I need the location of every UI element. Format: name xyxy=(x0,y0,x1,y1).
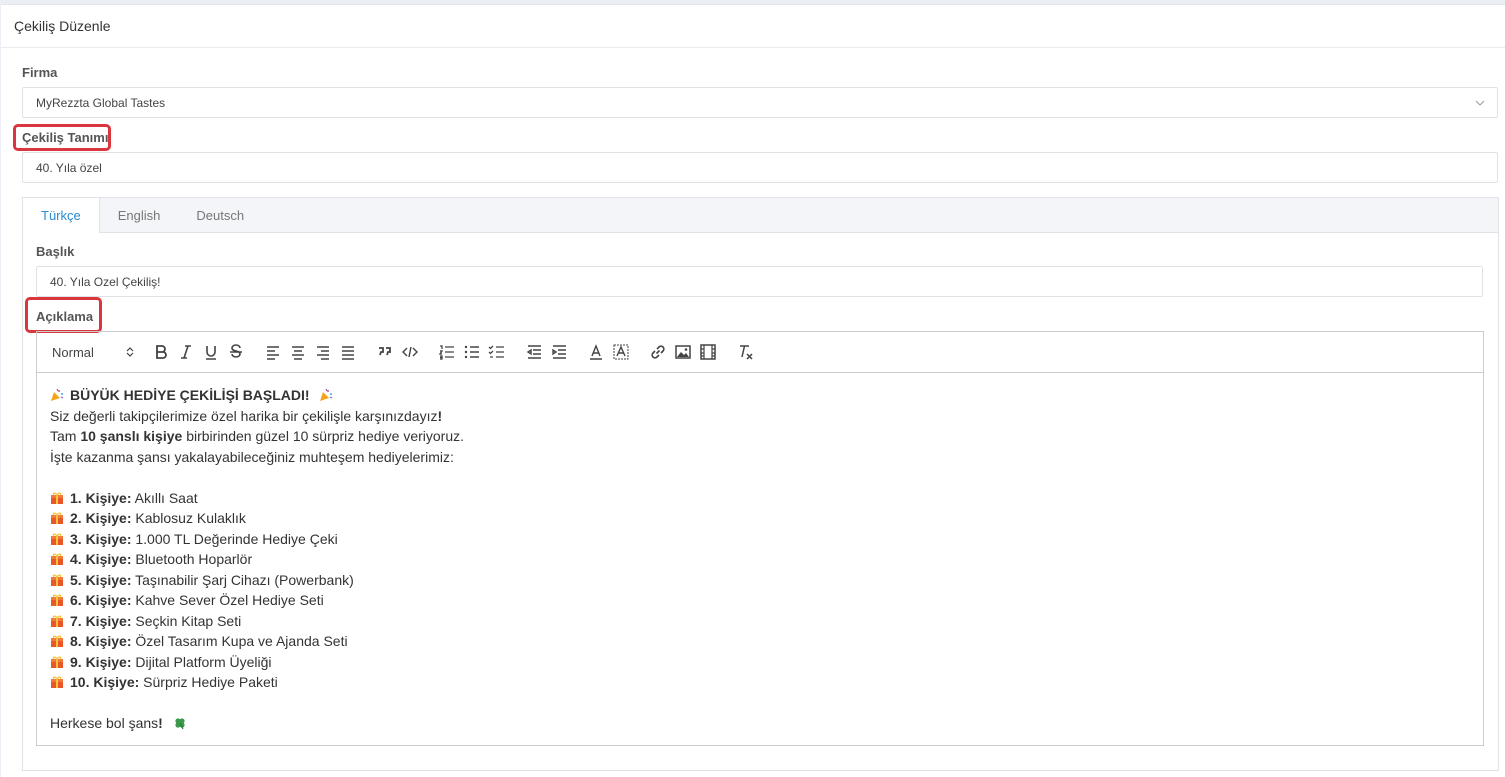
tab-turkce[interactable]: Türkçe xyxy=(22,198,100,233)
content-line: İşte kazanma şansı yakalayabileceğiniz m… xyxy=(50,448,454,465)
code-block-icon[interactable] xyxy=(399,341,421,363)
content-closing: Herkese bol şans! xyxy=(50,713,1470,734)
tanim-input[interactable]: 40. Yıla özel xyxy=(22,152,1498,183)
align-center-icon[interactable] xyxy=(287,341,309,363)
prize-name: Taşınabilir Şarj Cihazı (Powerbank) xyxy=(131,571,354,588)
prize-rank: 6. Kişiye: xyxy=(70,592,132,608)
content-line: Siz değerli takipçilerimize özel harika … xyxy=(50,407,443,424)
chevron-down-icon xyxy=(1475,100,1485,106)
background-color-icon[interactable] xyxy=(610,341,632,363)
font-color-icon[interactable] xyxy=(585,341,607,363)
blockquote-icon[interactable] xyxy=(374,341,396,363)
prize-item: 8. Kişiye: Özel Tasarım Kupa ve Ajanda S… xyxy=(50,631,1470,652)
empty-line xyxy=(50,693,1470,714)
gift-icon xyxy=(51,635,63,647)
prize-item: 4. Kişiye: Bluetooth Hoparlör xyxy=(50,549,1470,570)
editor-toolbar: Normal xyxy=(37,332,1483,373)
aciklama-label: Açıklama xyxy=(36,309,94,324)
party-popper-icon xyxy=(51,388,64,401)
empty-line xyxy=(50,467,1470,488)
gift-icon xyxy=(51,573,63,586)
prize-name: Kahve Sever Özel Hediye Seti xyxy=(131,592,324,608)
language-tab-bar: Türkçe English Deutsch xyxy=(22,198,1498,233)
page-title: Çekiliş Düzenle xyxy=(1,5,1505,48)
prize-item: 1. Kişiye: Akıllı Saat xyxy=(50,488,1470,509)
bullet-list-icon[interactable] xyxy=(461,341,483,363)
prize-name: Özel Tasarım Kupa ve Ajanda Seti xyxy=(131,633,348,649)
prize-name: Seçkin Kitap Seti xyxy=(131,612,242,629)
clean-format-icon[interactable] xyxy=(734,341,756,363)
prize-item: 7. Kişiye: Seçkin Kitap Seti xyxy=(50,611,1470,632)
updown-icon xyxy=(126,347,134,357)
content-line: Tam 10 şanslı kişiye birbirinden güzel 1… xyxy=(50,428,465,444)
align-left-icon[interactable] xyxy=(262,341,284,363)
align-justify-icon[interactable] xyxy=(337,341,359,363)
clover-icon xyxy=(175,718,185,730)
prize-item: 3. Kişiye: 1.000 TL Değerinde Hediye Çek… xyxy=(50,529,1470,550)
prize-rank: 10. Kişiye: xyxy=(70,674,140,690)
prize-rank: 9. Kişiye: xyxy=(70,653,132,670)
prize-rank: 4. Kişiye: xyxy=(70,551,132,567)
baslik-input[interactable]: 40. Yıla Ozel Çekiliş! xyxy=(36,266,1483,297)
gift-icon xyxy=(51,553,63,565)
strike-icon[interactable] xyxy=(225,341,247,363)
align-right-icon[interactable] xyxy=(312,341,334,363)
underline-icon[interactable] xyxy=(200,341,222,363)
prize-rank: 1. Kişiye: xyxy=(70,489,132,506)
header-format-select[interactable]: Normal xyxy=(52,345,134,360)
ordered-list-icon[interactable] xyxy=(436,341,458,363)
bold-icon[interactable] xyxy=(150,341,172,363)
check-list-icon[interactable] xyxy=(486,341,508,363)
prize-rank: 5. Kişiye: xyxy=(70,571,132,588)
edit-raffle-card: Çekiliş Düzenle Firma MyRezzta Global Ta… xyxy=(1,4,1505,777)
video-icon[interactable] xyxy=(697,341,719,363)
prize-item: 2. Kişiye: Kablosuz Kulaklık xyxy=(50,508,1470,529)
prize-rank: 8. Kişiye: xyxy=(70,633,132,649)
prize-name: 1.000 TL Değerinde Hediye Çeki xyxy=(131,530,338,547)
gift-icon xyxy=(51,655,63,668)
italic-icon[interactable] xyxy=(175,341,197,363)
prize-item: 9. Kişiye: Dijital Platform Üyeliği xyxy=(50,652,1470,673)
firma-select[interactable]: MyRezzta Global Tastes xyxy=(22,87,1498,118)
firma-label: Firma xyxy=(22,65,58,80)
prize-rank: 7. Kişiye: xyxy=(70,612,132,629)
indent-icon[interactable] xyxy=(548,341,570,363)
link-icon[interactable] xyxy=(647,341,669,363)
prize-name: Kablosuz Kulaklık xyxy=(131,510,246,526)
image-icon[interactable] xyxy=(672,341,694,363)
baslik-label: Başlık xyxy=(36,244,75,259)
prize-name: Sürpriz Hediye Paketi xyxy=(139,674,278,690)
outdent-icon[interactable] xyxy=(523,341,545,363)
header-format-value: Normal xyxy=(52,344,94,360)
gift-icon xyxy=(51,676,63,688)
tanim-label: Çekiliş Tanımı xyxy=(22,130,109,145)
editor-content[interactable]: BÜYÜK HEDİYE ÇEKİLİŞİ BAŞLADI! Siz değer… xyxy=(37,373,1483,746)
prize-rank: 3. Kişiye: xyxy=(70,530,132,547)
prize-rank: 2. Kişiye: xyxy=(70,510,132,526)
rich-text-editor: Normal BÜYÜK HEDİYE ÇEKİLİŞİ BAŞLADI! Si… xyxy=(36,331,1484,746)
prize-name: Bluetooth Hoparlör xyxy=(131,551,253,567)
tab-deutsch[interactable]: Deutsch xyxy=(178,198,262,233)
firma-select-value: MyRezzta Global Tastes xyxy=(36,95,166,110)
prize-name: Dijital Platform Üyeliği xyxy=(131,653,272,670)
gift-icon xyxy=(51,594,63,606)
prize-item: 5. Kişiye: Taşınabilir Şarj Cihazı (Powe… xyxy=(50,570,1470,591)
tab-english[interactable]: English xyxy=(100,198,179,233)
gift-icon xyxy=(51,491,63,504)
party-popper-icon xyxy=(320,388,333,401)
content-heading: BÜYÜK HEDİYE ÇEKİLİŞİ BAŞLADI! xyxy=(50,385,1470,406)
gift-icon xyxy=(51,532,63,545)
prize-item: 6. Kişiye: Kahve Sever Özel Hediye Seti xyxy=(50,590,1470,611)
gift-icon xyxy=(51,512,63,524)
gift-icon xyxy=(51,614,63,627)
prize-item: 10. Kişiye: Sürpriz Hediye Paketi xyxy=(50,672,1470,693)
prize-list: 1. Kişiye: Akıllı Saat 2. Kişiye: Kablosu… xyxy=(50,488,1470,693)
prize-name: Akıllı Saat xyxy=(131,489,198,506)
